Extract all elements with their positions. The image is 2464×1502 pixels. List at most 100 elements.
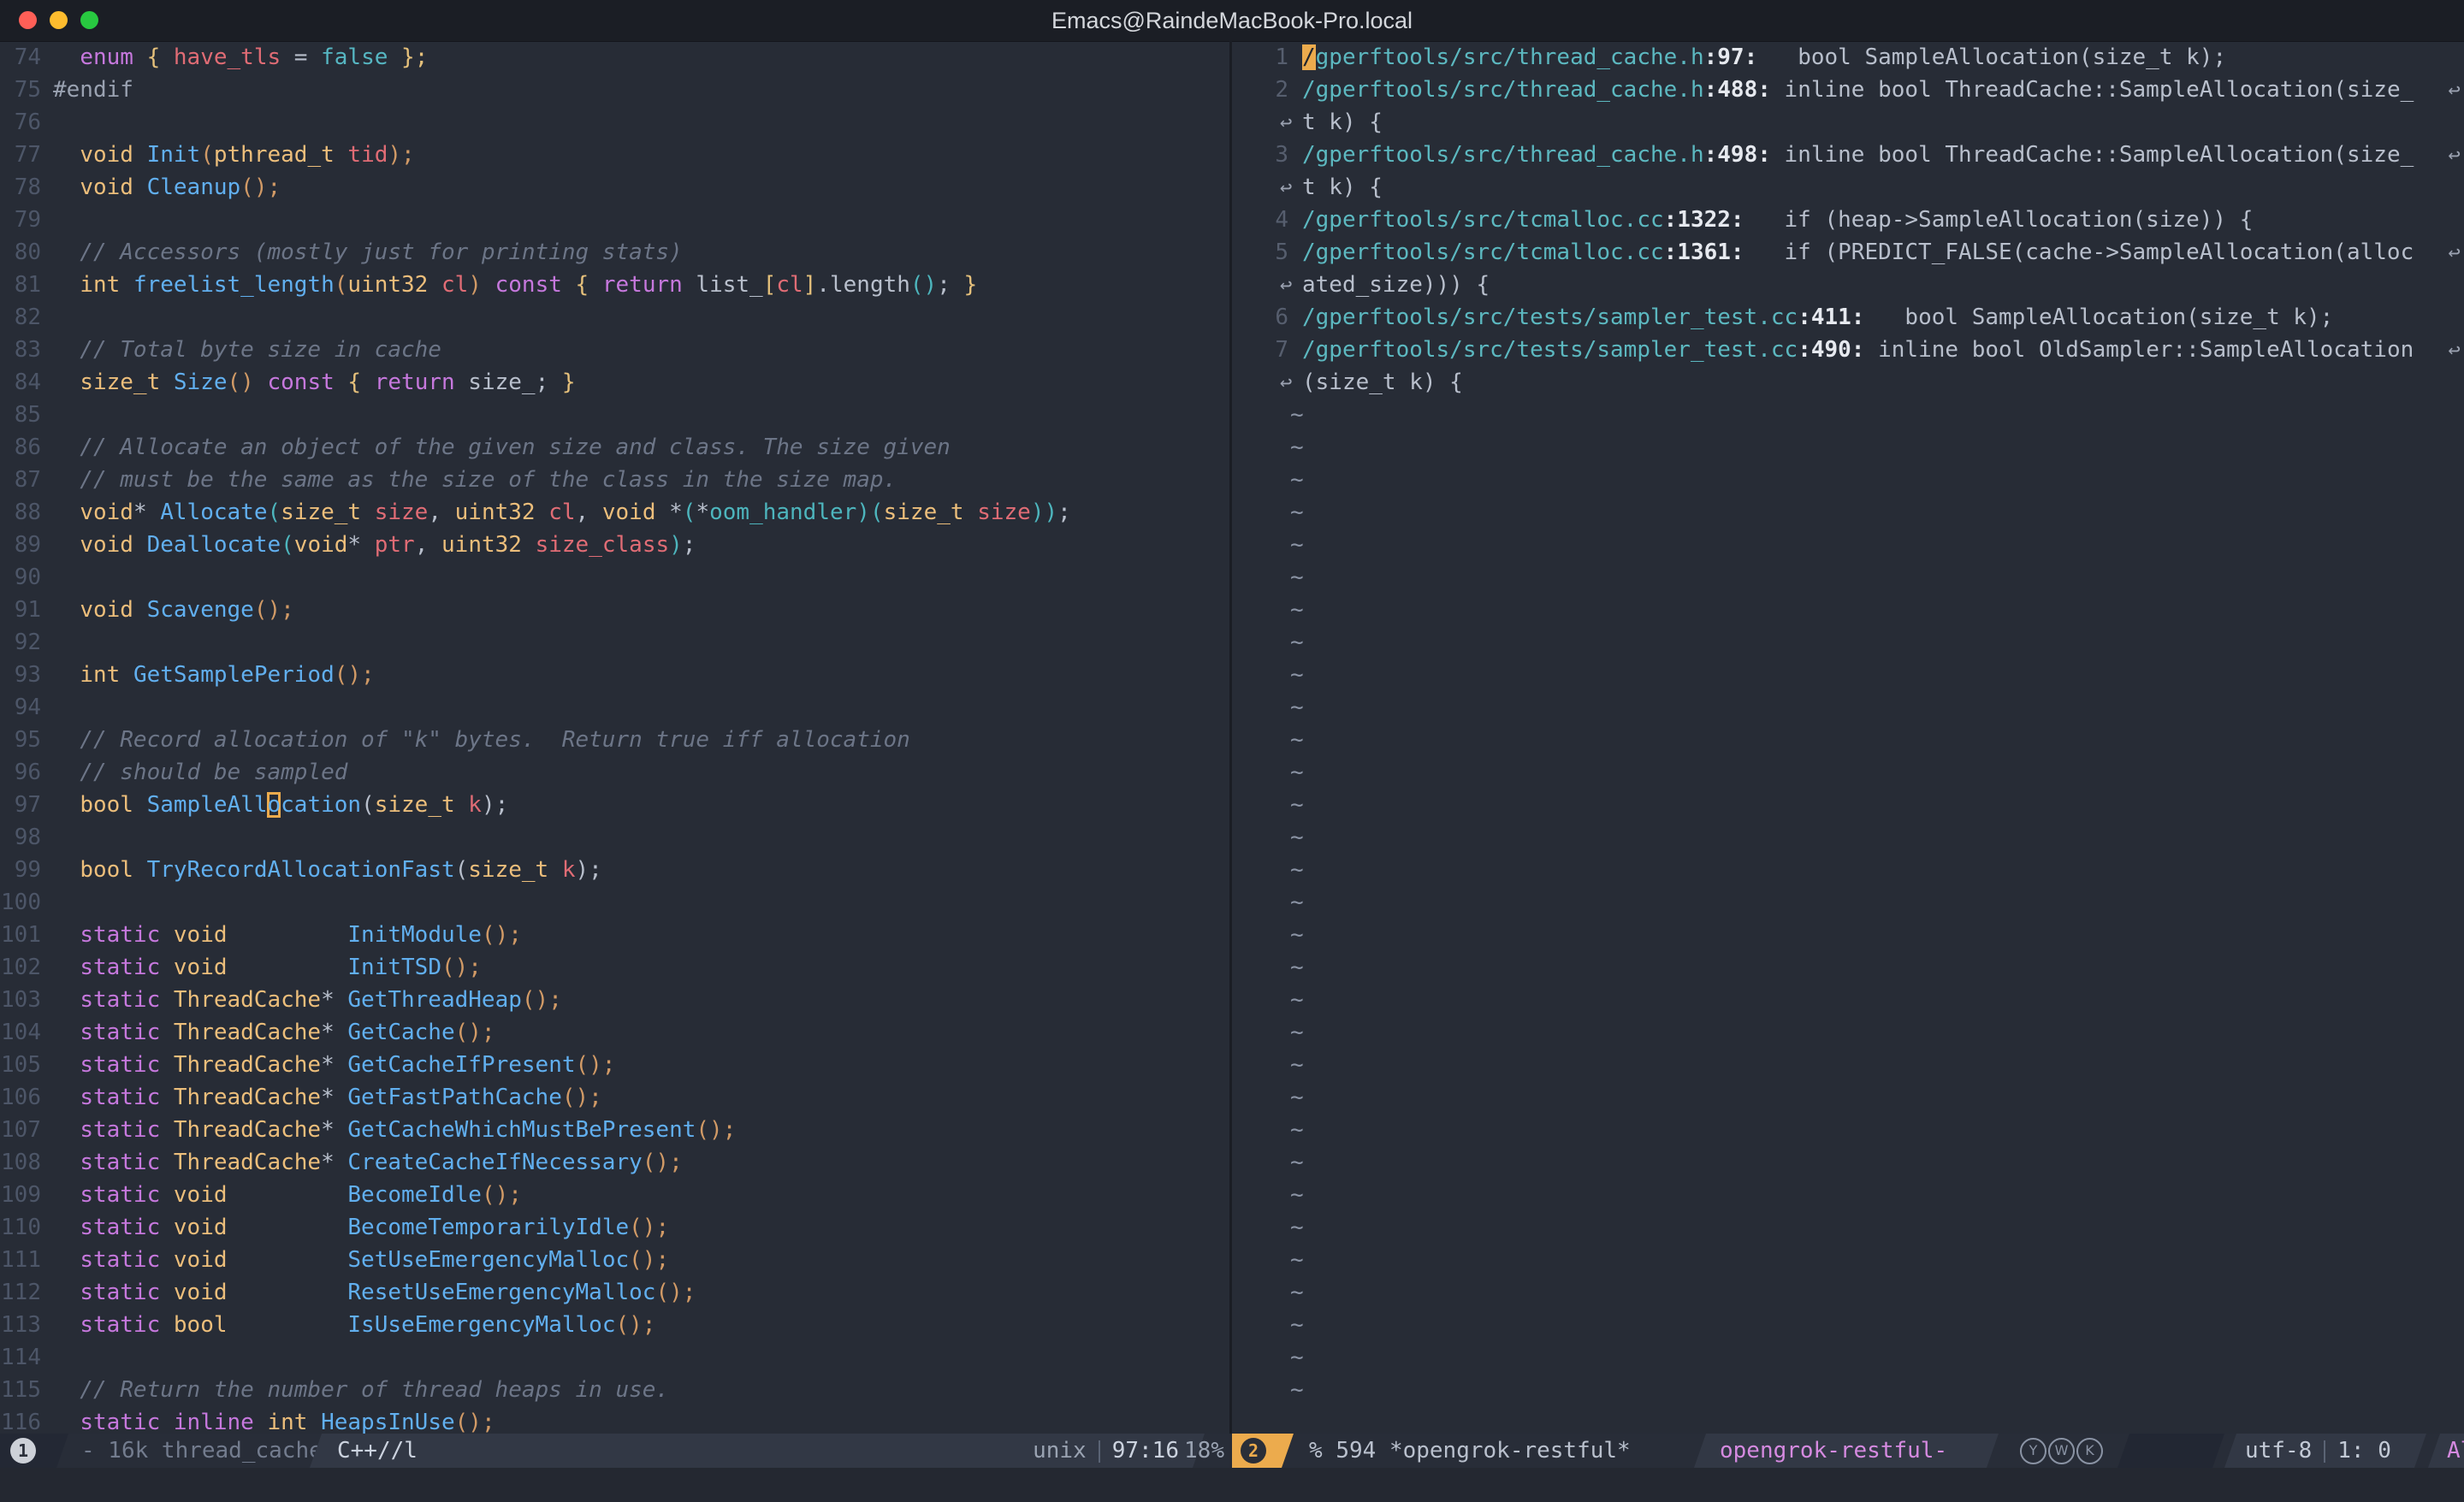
code-line[interactable]: 94 bbox=[0, 691, 1229, 724]
code-line[interactable]: 102 static void InitTSD(); bbox=[0, 951, 1229, 984]
result-line[interactable]: ~ bbox=[1232, 561, 2464, 594]
result-line[interactable]: ~ bbox=[1232, 626, 2464, 659]
result-number bbox=[1232, 724, 1288, 756]
result-line[interactable]: 3/gperftools/src/thread_cache.h:498: inl… bbox=[1232, 139, 2464, 171]
result-line[interactable]: ~ bbox=[1232, 1049, 2464, 1081]
result-line[interactable]: ~ bbox=[1232, 1244, 2464, 1276]
code-line[interactable]: 101 static void InitModule(); bbox=[0, 919, 1229, 951]
major-mode[interactable]: opengrok-restful-mode bbox=[1720, 1434, 1999, 1468]
code-line[interactable]: 105 static ThreadCache* GetCacheIfPresen… bbox=[0, 1049, 1229, 1081]
code-line[interactable]: 82 bbox=[0, 301, 1229, 334]
code-line[interactable]: 80 // Accessors (mostly just for printin… bbox=[0, 236, 1229, 269]
code-line[interactable]: 76 bbox=[0, 106, 1229, 139]
result-line[interactable]: ~ bbox=[1232, 984, 2464, 1016]
result-line[interactable]: ~ bbox=[1232, 1309, 2464, 1341]
code-line[interactable]: 98 bbox=[0, 821, 1229, 854]
result-line[interactable]: ~ bbox=[1232, 821, 2464, 854]
result-line[interactable]: ~ bbox=[1232, 886, 2464, 919]
code-line[interactable]: 107 static ThreadCache* GetCacheWhichMus… bbox=[0, 1114, 1229, 1146]
code-line[interactable]: 79 bbox=[0, 204, 1229, 236]
result-line[interactable]: ~ bbox=[1232, 1016, 2464, 1049]
result-line[interactable]: ~ bbox=[1232, 1374, 2464, 1406]
code-token: void bbox=[174, 1280, 228, 1305]
result-line[interactable]: ~ bbox=[1232, 756, 2464, 789]
result-line[interactable]: 7/gperftools/src/tests/sampler_test.cc:4… bbox=[1232, 334, 2464, 366]
code-line[interactable]: 100 bbox=[0, 886, 1229, 919]
echo-area[interactable] bbox=[0, 1468, 2464, 1502]
code-line[interactable]: 112 static void ResetUseEmergencyMalloc(… bbox=[0, 1276, 1229, 1309]
result-line[interactable]: ~ bbox=[1232, 1114, 2464, 1146]
code-line[interactable]: 104 static ThreadCache* GetCache(); bbox=[0, 1016, 1229, 1049]
result-line[interactable]: ~ bbox=[1232, 1179, 2464, 1211]
major-mode[interactable]: C++//l bbox=[337, 1434, 418, 1468]
result-line[interactable]: ~ bbox=[1232, 529, 2464, 561]
code-line[interactable]: 106 static ThreadCache* GetFastPathCache… bbox=[0, 1081, 1229, 1114]
code-line[interactable]: 113 static bool IsUseEmergencyMalloc(); bbox=[0, 1309, 1229, 1341]
code-token: CreateCacheIfNecessary bbox=[347, 1150, 642, 1175]
result-line[interactable]: ~ bbox=[1232, 724, 2464, 756]
result-line[interactable]: ~ bbox=[1232, 691, 2464, 724]
result-line[interactable]: ~ bbox=[1232, 464, 2464, 496]
code-line[interactable]: 92 bbox=[0, 626, 1229, 659]
result-line[interactable]: ~ bbox=[1232, 951, 2464, 984]
code-line[interactable]: 87 // must be the same as the size of th… bbox=[0, 464, 1229, 496]
code-token bbox=[964, 500, 978, 525]
code-line[interactable]: 103 static ThreadCache* GetThreadHeap(); bbox=[0, 984, 1229, 1016]
result-number bbox=[1232, 1341, 1288, 1374]
code-line[interactable]: 91 void Scavenge(); bbox=[0, 594, 1229, 626]
code-line[interactable]: 83 // Total byte size in cache bbox=[0, 334, 1229, 366]
code-line[interactable]: 109 static void BecomeIdle(); bbox=[0, 1179, 1229, 1211]
result-line[interactable]: ~ bbox=[1232, 399, 2464, 431]
code-line[interactable]: 99 bool TryRecordAllocationFast(size_t k… bbox=[0, 854, 1229, 886]
result-line[interactable]: ~ bbox=[1232, 1211, 2464, 1244]
result-line[interactable]: ~ bbox=[1232, 1341, 2464, 1374]
code-line[interactable]: 89 void Deallocate(void* ptr, uint32 siz… bbox=[0, 529, 1229, 561]
code-line[interactable]: 111 static void SetUseEmergencyMalloc(); bbox=[0, 1244, 1229, 1276]
result-line[interactable]: ~ bbox=[1232, 1081, 2464, 1114]
code-line[interactable]: 85 bbox=[0, 399, 1229, 431]
code-line[interactable]: 77 void Init(pthread_t tid); bbox=[0, 139, 1229, 171]
code-line[interactable]: 97 bool SampleAllocation(size_t k); bbox=[0, 789, 1229, 821]
code-line[interactable]: 90 bbox=[0, 561, 1229, 594]
code-line[interactable]: 114 bbox=[0, 1341, 1229, 1374]
code-line[interactable]: 110 static void BecomeTemporarilyIdle(); bbox=[0, 1211, 1229, 1244]
result-line[interactable]: 1/gperftools/src/thread_cache.h:97: bool… bbox=[1232, 41, 2464, 74]
result-line[interactable]: t k) {↩ bbox=[1232, 171, 2464, 204]
result-line[interactable]: 4/gperftools/src/tcmalloc.cc:1322: if (h… bbox=[1232, 204, 2464, 236]
code-line[interactable]: 81 int freelist_length(uint32 cl) const … bbox=[0, 269, 1229, 301]
result-line[interactable]: ~ bbox=[1232, 594, 2464, 626]
code-line[interactable]: 78 void Cleanup(); bbox=[0, 171, 1229, 204]
code-line[interactable]: 95 // Record allocation of "k" bytes. Re… bbox=[0, 724, 1229, 756]
result-line[interactable]: ~ bbox=[1232, 496, 2464, 529]
code-token: int bbox=[80, 662, 120, 688]
code-line[interactable]: 115 // Return the number of thread heaps… bbox=[0, 1374, 1229, 1406]
result-line[interactable]: ~ bbox=[1232, 659, 2464, 691]
code-line[interactable]: 86 // Allocate an object of the given si… bbox=[0, 431, 1229, 464]
result-line[interactable]: ~ bbox=[1232, 854, 2464, 886]
code-line[interactable]: 108 static ThreadCache* CreateCacheIfNec… bbox=[0, 1146, 1229, 1179]
result-line[interactable]: ~ bbox=[1232, 431, 2464, 464]
result-line[interactable]: ~ bbox=[1232, 1146, 2464, 1179]
code-line[interactable]: 96 // should be sampled bbox=[0, 756, 1229, 789]
result-line[interactable]: 6/gperftools/src/tests/sampler_test.cc:4… bbox=[1232, 301, 2464, 334]
result-line[interactable]: (size_t k) {↩ bbox=[1232, 366, 2464, 399]
source-buffer-window[interactable]: 74 enum { have_tls = false };75#endif767… bbox=[0, 41, 1229, 1434]
code-line[interactable]: 116 static inline int HeapsInUse(); bbox=[0, 1406, 1229, 1434]
result-line[interactable]: ~ bbox=[1232, 789, 2464, 821]
result-line[interactable]: 2/gperftools/src/thread_cache.h:488: inl… bbox=[1232, 74, 2464, 106]
code-line[interactable]: 84 size_t Size() const { return size_; } bbox=[0, 366, 1229, 399]
result-line[interactable]: ~ bbox=[1232, 919, 2464, 951]
result-number: 5 bbox=[1232, 236, 1288, 269]
opengrok-results-window[interactable]: 1/gperftools/src/thread_cache.h:97: bool… bbox=[1232, 41, 2464, 1434]
result-line[interactable]: ~ bbox=[1232, 1276, 2464, 1309]
code-line[interactable]: 93 int GetSamplePeriod(); bbox=[0, 659, 1229, 691]
code-line[interactable]: 88 void* Allocate(size_t size, uint32 cl… bbox=[0, 496, 1229, 529]
code-line[interactable]: 74 enum { have_tls = false }; bbox=[0, 41, 1229, 74]
result-line[interactable]: 5/gperftools/src/tcmalloc.cc:1361: if (P… bbox=[1232, 236, 2464, 269]
line-number: 83 bbox=[0, 334, 41, 366]
result-line[interactable]: t k) {↩ bbox=[1232, 106, 2464, 139]
code-token: BecomeTemporarilyIdle bbox=[347, 1215, 629, 1240]
result-line[interactable]: ated_size))) {↩ bbox=[1232, 269, 2464, 301]
code-line[interactable]: 75#endif bbox=[0, 74, 1229, 106]
code-token: size bbox=[375, 500, 429, 525]
